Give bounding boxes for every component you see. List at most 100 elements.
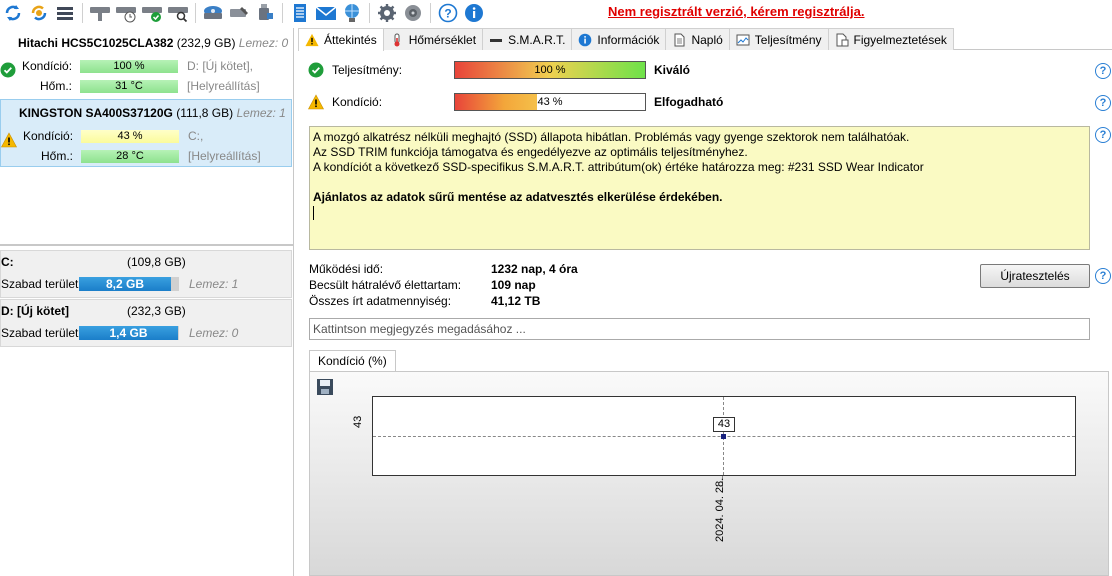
performance-result: Kiváló (654, 63, 691, 77)
warning-icon (0, 132, 18, 148)
info-value: 1232 nap, 4 óra (491, 262, 578, 276)
recovery-link[interactable]: [Helyreállítás] (188, 149, 261, 163)
panel-divider[interactable] (0, 244, 294, 246)
tab-label: Figyelmeztetések (853, 32, 947, 47)
disk-lemez: Lemez: 1 (236, 106, 286, 120)
hdd-icon[interactable] (87, 1, 113, 25)
note-line: A mozgó alkatrész nélküli meghajtó (SSD)… (313, 130, 910, 144)
unregistered-link[interactable]: Nem regisztrált verzió, kérem regisztrál… (608, 4, 865, 19)
temp-label: Hőm.: (40, 79, 73, 93)
note-line: Az SSD TRIM funkciója támogatva és enged… (313, 145, 748, 159)
disk-name: Hitachi HCS5C1025CLA382 (18, 36, 174, 50)
data-point (721, 434, 726, 439)
refresh-all-icon[interactable] (26, 1, 52, 25)
y-tick-label: 43 (352, 415, 364, 428)
disk-size: (232,9 GB) (176, 36, 236, 50)
toolbar-separator (369, 3, 370, 23)
performance-value: 100 % (534, 64, 566, 76)
volume-size: (109,8 GB) (127, 255, 186, 269)
network-icon[interactable] (339, 1, 365, 25)
free-space-bar: 1,4 GB (79, 326, 179, 340)
refresh-icon[interactable] (0, 1, 26, 25)
temp-label: Hőm.: (41, 149, 74, 163)
toolbar-separator (282, 3, 283, 23)
help-icon[interactable]: ? (1095, 268, 1111, 284)
help-icon[interactable]: ? (1095, 127, 1111, 143)
toolbar-separator (82, 3, 83, 23)
chart-icon (736, 33, 750, 47)
disk-size: (111,8 GB) (176, 106, 234, 120)
info-value: 109 nap (491, 278, 536, 292)
settings-icon[interactable] (374, 1, 400, 25)
comment-input[interactable]: Kattintson megjegyzés megadásához ... (309, 318, 1090, 340)
volume-ref[interactable]: D: [Új kötet], (187, 59, 253, 73)
free-space-bar: 8,2 GB (79, 277, 179, 291)
condition-bar: 43 % (81, 130, 179, 143)
hdd-check-icon[interactable] (139, 1, 165, 25)
document-icon (672, 33, 686, 47)
disk-lemez: Lemez: 0 (238, 36, 289, 50)
graph-tab-condition[interactable]: Kondíció (%) (309, 350, 396, 372)
tab-bar: Áttekintés Hőmérséklet S.M.A.R.T. Inform… (298, 28, 1112, 51)
tab-smart[interactable]: S.M.A.R.T. (482, 28, 573, 50)
info-key: Becsült hátralévő élettartam: (309, 278, 462, 292)
alert-document-icon (835, 33, 849, 47)
free-space-fill: 1,4 GB (79, 326, 178, 340)
drive-icon[interactable] (200, 1, 226, 25)
tab-temperature[interactable]: Hőmérséklet (382, 28, 484, 50)
toolbar: ? Nem regisztrált verzió, kérem regisztr… (0, 0, 1112, 26)
svg-text:?: ? (444, 7, 451, 21)
tab-label: Hőmérséklet (408, 32, 477, 47)
mail-icon[interactable] (313, 1, 339, 25)
info-value: 41,12 TB (491, 294, 541, 308)
hdd-search-icon[interactable] (165, 1, 191, 25)
condition-bar: 100 % (80, 60, 178, 73)
disk-panel: Hitachi HCS5C1025CLA382 (232,9 GB) Lemez… (0, 28, 294, 576)
help-icon[interactable]: ? (1095, 95, 1111, 111)
tab-overview[interactable]: Áttekintés (298, 28, 384, 51)
retest-button[interactable]: Újratesztelés (980, 264, 1090, 288)
condition-row: Kondíció: 43 % Elfogadható (307, 92, 1108, 112)
volume-ref[interactable]: C:, (188, 129, 203, 143)
toolbar-separator (430, 3, 431, 23)
volume-size: (232,3 GB) (127, 304, 186, 318)
tab-alerts[interactable]: Figyelmeztetések (827, 28, 954, 50)
free-space-fill: 8,2 GB (79, 277, 171, 291)
disk-item-hitachi[interactable]: Hitachi HCS5C1025CLA382 (232,9 GB) Lemez… (0, 30, 292, 98)
notes-icon[interactable] (287, 1, 313, 25)
volume-item-c[interactable]: C: (109,8 GB) Szabad terület 8,2 GB Leme… (0, 250, 292, 298)
volume-lemez: Lemez: 1 (189, 277, 239, 291)
tab-performance[interactable]: Teljesítmény (728, 28, 829, 50)
ok-check-icon (0, 62, 16, 78)
tab-label: Teljesítmény (754, 32, 822, 47)
help-icon[interactable]: ? (1095, 63, 1111, 79)
temp-bar: 31 °C (80, 80, 178, 93)
data-label: 43 (713, 417, 735, 432)
drive-tools-icon[interactable] (226, 1, 252, 25)
disk-name: KINGSTON SA400S37120G (19, 106, 173, 120)
note-line: A kondíciót a következő SSD-specifikus S… (313, 160, 924, 174)
volume-item-d[interactable]: D: [Új kötet] (232,3 GB) Szabad terület … (0, 299, 292, 347)
hdd-clock-icon[interactable] (113, 1, 139, 25)
condition-label: Kondíció: (23, 129, 74, 143)
tab-log[interactable]: Napló (665, 28, 730, 50)
condition-graph: 43 43 2024. 04. 28. (309, 371, 1109, 576)
volume-name: C: (1, 255, 14, 269)
disk-list-icon[interactable] (52, 1, 78, 25)
disk-title: KINGSTON SA400S37120G (111,8 GB) Lemez: … (19, 106, 286, 120)
overview-panel: Teljesítmény: 100 % Kiváló ? Kondíció: 4… (298, 51, 1112, 576)
tab-info[interactable]: Információk (571, 28, 667, 50)
speaker-icon[interactable] (400, 1, 426, 25)
condition-bar: 43 % (454, 93, 646, 111)
save-icon[interactable] (316, 378, 334, 396)
help-icon[interactable]: ? (435, 1, 461, 25)
condition-label: Kondíció: (332, 95, 383, 109)
disk-item-kingston[interactable]: KINGSTON SA400S37120G (111,8 GB) Lemez: … (0, 99, 292, 167)
usb-drive-icon[interactable] (252, 1, 278, 25)
free-space-label: Szabad terület (1, 277, 79, 291)
thermometer-icon (390, 33, 404, 47)
info-icon[interactable] (461, 1, 487, 25)
status-note[interactable]: A mozgó alkatrész nélküli meghajtó (SSD)… (309, 126, 1090, 250)
recovery-link[interactable]: [Helyreállítás] (187, 79, 260, 93)
condition-value: 43 % (537, 96, 563, 108)
